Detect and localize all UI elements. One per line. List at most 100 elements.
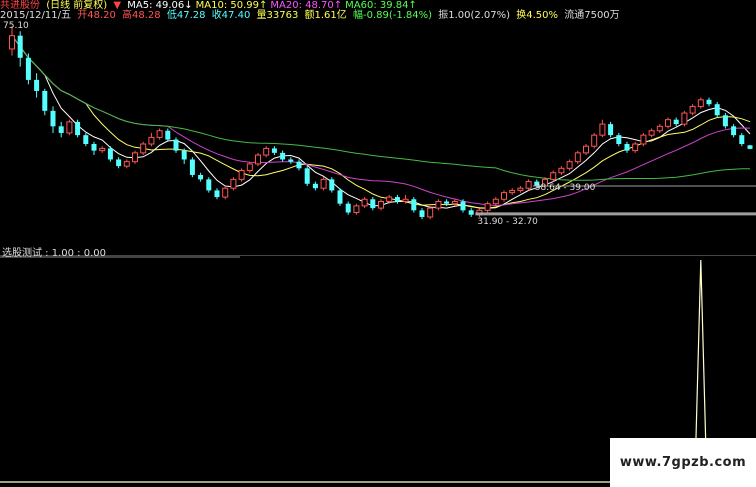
candle-body xyxy=(599,123,606,136)
candle-27 xyxy=(230,177,237,191)
quote-bar: 2015/12/11/五 开48.20 高48.28 低47.28 收47.40… xyxy=(0,10,623,21)
candle-body xyxy=(148,136,155,145)
candle-35 xyxy=(296,159,302,171)
candle-body xyxy=(501,192,507,200)
candle-body xyxy=(214,190,220,198)
candle-body xyxy=(34,79,40,91)
candle-body xyxy=(222,187,229,198)
candle-body xyxy=(165,130,171,140)
candle-79 xyxy=(656,124,663,133)
quote-open: 开48.20 xyxy=(77,10,116,21)
candle-body xyxy=(238,170,245,180)
candle-body xyxy=(181,150,187,160)
candle-body xyxy=(722,115,728,127)
candle-body xyxy=(83,135,89,144)
candle-body xyxy=(370,199,376,209)
candle-52 xyxy=(435,199,442,211)
candle-63 xyxy=(525,179,532,191)
candle-69 xyxy=(574,150,581,164)
candle-body xyxy=(312,183,318,189)
candle-39 xyxy=(329,177,335,193)
candle-body xyxy=(66,121,73,134)
candle-5 xyxy=(50,106,56,133)
quote-low: 低47.28 xyxy=(166,10,206,21)
candle-40 xyxy=(337,188,343,206)
candle-body xyxy=(91,144,97,151)
max-price-label: 75.10 xyxy=(3,21,29,31)
candle-body xyxy=(558,167,565,174)
candle-47 xyxy=(394,194,400,204)
candle-9 xyxy=(83,132,89,147)
candle-body xyxy=(394,197,400,202)
candle-body xyxy=(444,201,450,204)
ma20-line xyxy=(11,35,751,207)
ma60-line xyxy=(11,35,751,181)
candle-body xyxy=(140,143,147,154)
candle-body xyxy=(255,154,261,165)
candle-90 xyxy=(747,144,753,150)
candle-body xyxy=(681,112,688,125)
quote-amount: 额1.61亿 xyxy=(304,10,347,21)
candle-body xyxy=(509,189,516,194)
candle-body xyxy=(189,159,195,175)
candle-body xyxy=(632,143,639,152)
candle-body xyxy=(304,168,310,184)
candle-body xyxy=(517,187,524,191)
candle-74 xyxy=(616,132,622,147)
annotation-label-1: 31.90 - 32.70 xyxy=(477,217,538,227)
candle-body xyxy=(107,148,113,160)
candle-29 xyxy=(246,161,253,173)
candle-32 xyxy=(271,146,277,156)
candle-body xyxy=(714,104,720,116)
candle-24 xyxy=(206,177,212,193)
price-chart[interactable]: 38.64 - 39.00 31.90 - 32.70 75.10 xyxy=(0,0,756,256)
candle-77 xyxy=(640,132,647,147)
quote-high: 高48.28 xyxy=(122,10,161,21)
candle-body xyxy=(230,178,237,189)
candle-body xyxy=(411,199,417,211)
candle-body xyxy=(492,198,499,205)
candle-23 xyxy=(198,172,204,182)
candle-body xyxy=(451,200,458,205)
candle-83 xyxy=(689,104,696,116)
candle-6 xyxy=(58,121,64,138)
candle-body xyxy=(608,124,614,136)
candle-body xyxy=(689,105,696,114)
candle-body xyxy=(402,198,409,202)
candle-20 xyxy=(173,137,179,153)
candle-body xyxy=(673,119,679,125)
candle-body xyxy=(320,178,327,189)
ma10-line xyxy=(11,35,751,209)
candle-body xyxy=(116,159,122,167)
candle-body xyxy=(624,144,630,151)
candle-body xyxy=(263,147,270,156)
candle-body xyxy=(25,57,31,80)
annotation-label-0: 38.64 - 39.00 xyxy=(535,183,596,193)
candle-body xyxy=(99,147,106,152)
candle-82 xyxy=(681,110,688,127)
candle-body xyxy=(386,196,393,202)
candle-body xyxy=(361,198,368,207)
candle-71 xyxy=(591,132,598,149)
candle-body xyxy=(747,145,753,149)
candle-75 xyxy=(624,141,630,153)
candle-body xyxy=(329,179,335,191)
candle-58 xyxy=(484,201,491,213)
candle-3 xyxy=(34,73,40,98)
candle-body xyxy=(640,134,647,145)
candle-19 xyxy=(165,128,171,142)
candle-66 xyxy=(550,170,557,182)
quote-turnover: 换4.50% xyxy=(516,10,559,21)
candle-45 xyxy=(378,199,384,211)
candle-78 xyxy=(648,128,655,138)
candle-body xyxy=(583,145,589,154)
candle-43 xyxy=(361,197,368,209)
candle-88 xyxy=(731,124,737,138)
candle-36 xyxy=(304,166,310,186)
candle-25 xyxy=(214,188,220,200)
candle-body xyxy=(731,126,737,136)
candle-body xyxy=(337,190,343,204)
candle-49 xyxy=(411,197,417,213)
candle-33 xyxy=(280,150,286,162)
candle-body xyxy=(427,207,434,218)
